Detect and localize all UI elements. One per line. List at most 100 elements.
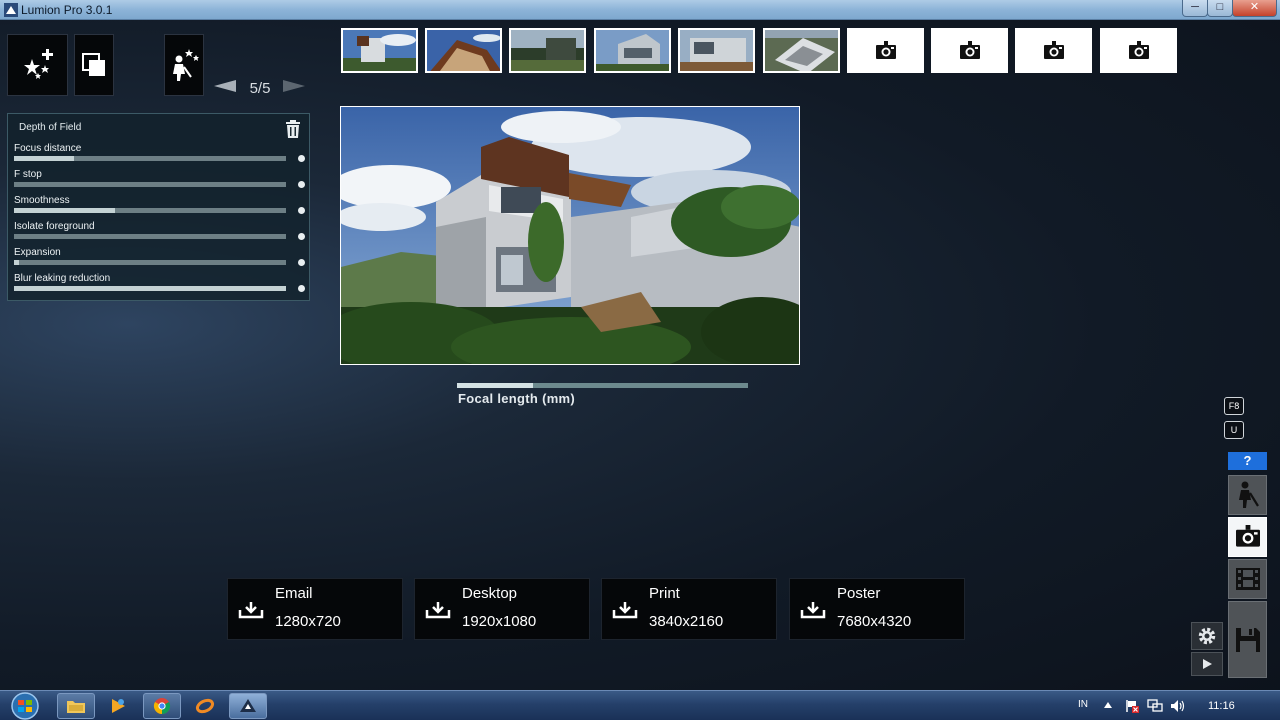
u-key-badge[interactable]: U bbox=[1224, 421, 1244, 439]
focal-length-slider[interactable] bbox=[457, 383, 748, 388]
photo-thumbnail-3[interactable] bbox=[509, 28, 586, 73]
download-tray-icon bbox=[612, 602, 638, 619]
slider-track[interactable] bbox=[14, 260, 286, 265]
render-preset-name: Print bbox=[649, 585, 680, 602]
photo-slot-empty-9[interactable] bbox=[1015, 28, 1092, 73]
pager-label: 5/5 bbox=[249, 80, 271, 97]
scene-thumbnail-image bbox=[765, 30, 838, 71]
slider-fill bbox=[14, 208, 115, 213]
floppy-save-icon bbox=[1235, 627, 1260, 652]
house-scene-image bbox=[341, 107, 799, 364]
play-button[interactable] bbox=[1191, 652, 1223, 676]
worker-icon bbox=[1238, 481, 1259, 508]
lumion-app-icon bbox=[4, 3, 18, 17]
isolate-foreground-slider[interactable]: Isolate foreground bbox=[14, 221, 305, 243]
taskbar-clock[interactable]: 11:16 bbox=[1208, 700, 1235, 712]
window-title-bar[interactable]: Lumion Pro 3.0.1 ─ □ ✕ bbox=[0, 0, 1280, 20]
photo-thumbnail-2[interactable] bbox=[425, 28, 502, 73]
build-mode-button[interactable] bbox=[164, 34, 204, 96]
maximize-button[interactable]: □ bbox=[1207, 0, 1233, 17]
folder-icon bbox=[67, 701, 85, 713]
media-taskbar-button[interactable] bbox=[100, 693, 138, 719]
render-preset-name: Email bbox=[275, 585, 313, 602]
photo-thumbnail-6[interactable] bbox=[763, 28, 840, 73]
chrome-taskbar-button[interactable] bbox=[143, 693, 181, 719]
action-center-flag-icon[interactable] bbox=[1125, 699, 1139, 713]
f-stop-slider[interactable]: F stop bbox=[14, 169, 305, 191]
slider-track[interactable] bbox=[14, 156, 286, 161]
photo-thumbnail-1[interactable] bbox=[341, 28, 418, 73]
download-tray-icon bbox=[238, 602, 264, 619]
f8-key-badge[interactable]: F8 bbox=[1224, 397, 1244, 415]
slider-track[interactable] bbox=[14, 286, 286, 291]
slider-label: Smoothness bbox=[14, 195, 70, 206]
trash-icon[interactable] bbox=[285, 120, 301, 138]
language-indicator[interactable]: IN bbox=[1078, 699, 1088, 710]
slider-track[interactable] bbox=[14, 182, 286, 187]
worker-stars-icon bbox=[173, 49, 199, 81]
scene-thumbnail-image bbox=[511, 30, 584, 71]
slider-fill bbox=[14, 286, 286, 291]
scene-thumbnail-image bbox=[427, 30, 500, 71]
film-strip-icon bbox=[1235, 568, 1260, 590]
scene-thumbnail-image bbox=[343, 30, 416, 71]
photo-thumbnail-5[interactable] bbox=[678, 28, 755, 73]
volume-icon[interactable] bbox=[1170, 699, 1186, 713]
network-icon[interactable] bbox=[1147, 699, 1163, 713]
camera-icon bbox=[875, 40, 896, 59]
depth-of-field-panel: Depth of Field Focus distance F stop Smo… bbox=[7, 113, 310, 301]
slider-label: Expansion bbox=[14, 247, 61, 258]
slider-track[interactable] bbox=[14, 208, 286, 213]
previous-arrow-icon[interactable] bbox=[214, 80, 236, 92]
swirl-app-icon bbox=[195, 698, 215, 714]
render-preset-size: 1280x720 bbox=[275, 613, 341, 630]
slider-knob[interactable] bbox=[298, 155, 305, 162]
lumion-app-icon bbox=[240, 699, 256, 712]
slider-track[interactable] bbox=[14, 234, 286, 239]
scene-thumbnail-image bbox=[596, 30, 669, 71]
slider-knob[interactable] bbox=[298, 181, 305, 188]
photo-mode-side-button[interactable] bbox=[1228, 517, 1267, 557]
copy-effects-button[interactable] bbox=[74, 34, 114, 96]
render-email-button[interactable]: Email 1280x720 bbox=[227, 578, 403, 640]
smoothness-slider[interactable]: Smoothness bbox=[14, 195, 305, 217]
build-mode-side-button[interactable] bbox=[1228, 475, 1267, 515]
blur-leaking-reduction-slider[interactable]: Blur leaking reduction bbox=[14, 273, 305, 295]
app-taskbar-button[interactable] bbox=[186, 693, 224, 719]
camera-icon bbox=[959, 40, 980, 59]
render-desktop-button[interactable]: Desktop 1920x1080 bbox=[414, 578, 590, 640]
slider-knob[interactable] bbox=[298, 207, 305, 214]
close-button[interactable]: ✕ bbox=[1232, 0, 1277, 17]
lumion-taskbar-button[interactable] bbox=[229, 693, 267, 719]
slider-knob[interactable] bbox=[298, 259, 305, 266]
slider-label: Isolate foreground bbox=[14, 221, 95, 232]
next-arrow-icon[interactable] bbox=[283, 80, 305, 92]
slider-knob[interactable] bbox=[298, 285, 305, 292]
photo-slot-empty-7[interactable] bbox=[847, 28, 924, 73]
render-poster-button[interactable]: Poster 7680x4320 bbox=[789, 578, 965, 640]
play-icon bbox=[1203, 659, 1212, 669]
movie-mode-side-button[interactable] bbox=[1228, 559, 1267, 599]
expansion-slider[interactable]: Expansion bbox=[14, 247, 305, 269]
windows-taskbar: IN 11:16 bbox=[0, 690, 1280, 720]
photo-slot-empty-8[interactable] bbox=[931, 28, 1008, 73]
focus-distance-slider[interactable]: Focus distance bbox=[14, 143, 305, 165]
download-tray-icon bbox=[425, 602, 451, 619]
photo-thumbnail-4[interactable] bbox=[594, 28, 671, 73]
help-button[interactable]: ? bbox=[1228, 452, 1267, 470]
render-preset-name: Desktop bbox=[462, 585, 518, 602]
settings-button[interactable] bbox=[1191, 622, 1223, 650]
tray-expand-icon[interactable] bbox=[1104, 702, 1112, 708]
render-preview-image[interactable] bbox=[340, 106, 800, 365]
slider-knob[interactable] bbox=[298, 233, 305, 240]
focal-length-label: Focal length (mm) bbox=[458, 391, 576, 406]
save-side-button[interactable] bbox=[1228, 601, 1267, 678]
photo-slot-empty-10[interactable] bbox=[1100, 28, 1177, 73]
render-print-button[interactable]: Print 3840x2160 bbox=[601, 578, 777, 640]
explorer-taskbar-button[interactable] bbox=[57, 693, 95, 719]
windows-start-icon[interactable] bbox=[6, 692, 44, 720]
minimize-button[interactable]: ─ bbox=[1182, 0, 1208, 17]
add-effect-button[interactable] bbox=[7, 34, 68, 96]
render-preset-size: 7680x4320 bbox=[837, 613, 912, 630]
camera-icon bbox=[1043, 40, 1064, 59]
